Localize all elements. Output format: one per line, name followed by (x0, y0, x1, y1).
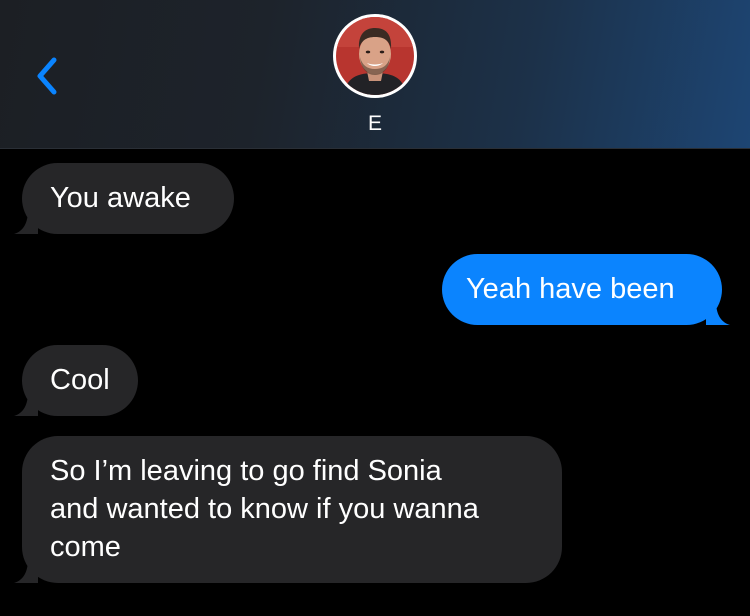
bubble-tail (14, 392, 38, 416)
message-text: Yeah have been (466, 273, 675, 305)
chevron-left-icon (37, 57, 57, 95)
conversation-header: E (0, 0, 750, 149)
message-bubble-received[interactable]: You awake (14, 163, 234, 234)
message-text: You awake (50, 182, 191, 214)
message-text: So I’m leaving to go find Sonia and want… (50, 455, 479, 563)
message-bubble-received[interactable]: So I’m leaving to go find Sonia and want… (14, 436, 562, 583)
contact-name[interactable]: E (0, 112, 750, 136)
contact-avatar-photo (336, 17, 414, 95)
contact-avatar[interactable] (333, 14, 417, 98)
bubble-tail (14, 559, 38, 583)
back-button[interactable] (28, 54, 68, 98)
message-bubble-sent[interactable]: Yeah have been (442, 254, 730, 325)
conversation-screen: E You awake Yeah have been Cool So I’m l… (0, 0, 750, 616)
message-bubble-received[interactable]: Cool (14, 345, 138, 416)
bubble-tail (14, 210, 38, 234)
message-text: Cool (50, 364, 110, 396)
